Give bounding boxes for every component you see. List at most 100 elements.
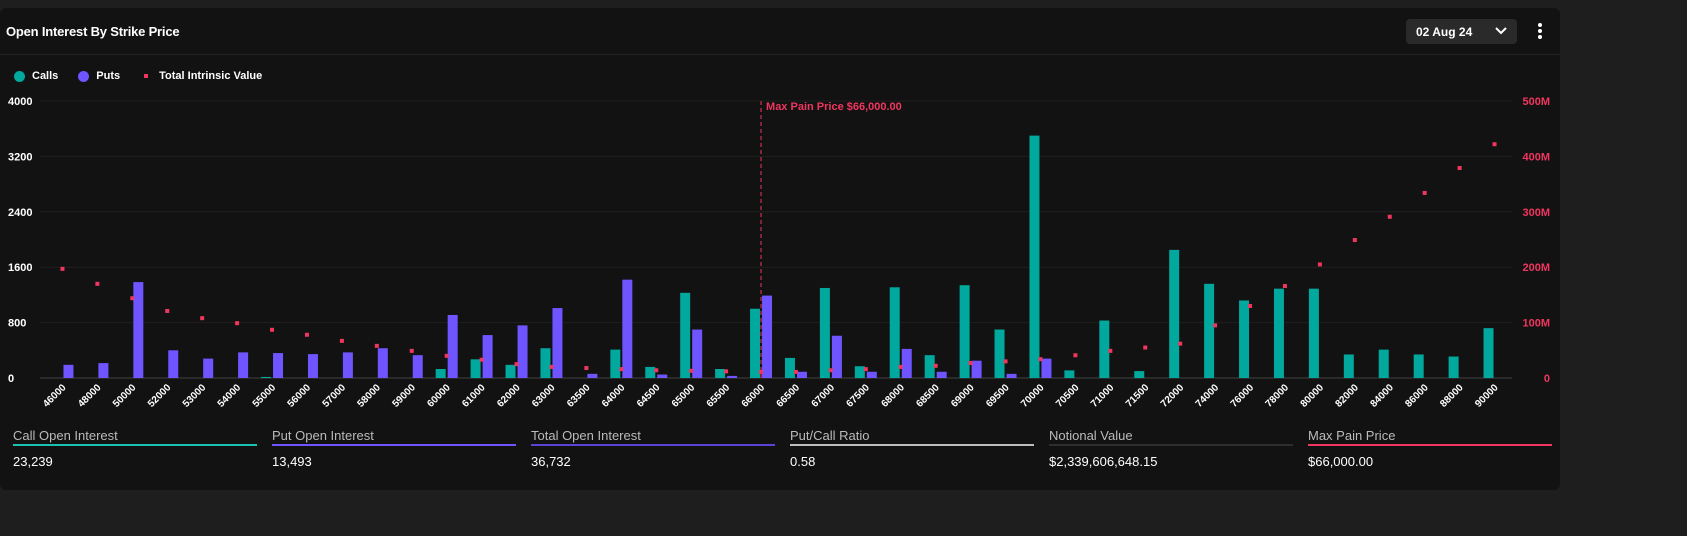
call-bar bbox=[1239, 300, 1250, 378]
intrinsic-point bbox=[270, 327, 275, 332]
x-tick-label: 69500 bbox=[984, 382, 1012, 410]
stat-max-pain-price: Max Pain Price $66,000.00 bbox=[1308, 428, 1552, 469]
y2-tick-label: 200M bbox=[1522, 262, 1550, 274]
stat-label: Total Open Interest bbox=[531, 428, 641, 443]
stat-value: 0.58 bbox=[790, 454, 816, 469]
put-bar bbox=[447, 314, 458, 378]
intrinsic-point bbox=[689, 368, 694, 373]
stat-put-call-ratio: Put/Call Ratio 0.58 bbox=[790, 428, 1034, 469]
intrinsic-point bbox=[1213, 323, 1218, 328]
y2-tick-label: 400M bbox=[1522, 151, 1550, 163]
call-bar bbox=[924, 355, 935, 378]
x-tick-label: 68500 bbox=[914, 382, 942, 410]
stat-total-open-interest: Total Open Interest 36,732 bbox=[531, 428, 775, 469]
call-bar bbox=[1099, 320, 1110, 378]
call-bar bbox=[1448, 356, 1459, 378]
stat-label: Notional Value bbox=[1049, 428, 1133, 443]
stat-label: Put/Call Ratio bbox=[790, 428, 870, 443]
intrinsic-point bbox=[1073, 353, 1078, 358]
intrinsic-point bbox=[304, 332, 309, 337]
put-bar bbox=[203, 358, 214, 378]
put-bar bbox=[273, 353, 284, 378]
summary-stats: Call Open Interest 23,239 Put Open Interes… bbox=[13, 428, 1552, 469]
x-tick-label: 90000 bbox=[1473, 382, 1501, 410]
intrinsic-point bbox=[374, 343, 379, 348]
put-bar bbox=[377, 348, 388, 378]
stat-value: 23,239 bbox=[13, 454, 53, 469]
stat-label: Max Pain Price bbox=[1308, 428, 1396, 443]
intrinsic-point bbox=[479, 357, 484, 362]
stat-underline bbox=[1308, 444, 1552, 446]
call-bar bbox=[1029, 135, 1040, 378]
x-tick-label: 76000 bbox=[1229, 382, 1257, 410]
intrinsic-point bbox=[584, 366, 589, 371]
call-bar bbox=[505, 364, 516, 378]
x-tick-label: 63000 bbox=[530, 382, 558, 410]
x-tick-label: 82000 bbox=[1333, 382, 1361, 410]
put-bar bbox=[936, 371, 947, 378]
put-bar bbox=[482, 335, 493, 378]
x-tick-label: 84000 bbox=[1368, 382, 1396, 410]
y2-tick-label: 0 bbox=[1544, 373, 1550, 385]
put-bar bbox=[971, 360, 982, 378]
put-bar bbox=[727, 375, 738, 378]
x-tick-label: 50000 bbox=[111, 382, 139, 410]
x-tick-label: 64500 bbox=[635, 382, 663, 410]
put-bar bbox=[866, 371, 877, 378]
put-bar bbox=[63, 364, 74, 378]
call-bar bbox=[680, 292, 691, 378]
intrinsic-point bbox=[549, 364, 554, 369]
call-bar bbox=[470, 359, 481, 378]
put-bar bbox=[762, 295, 773, 378]
x-tick-label: 66500 bbox=[775, 382, 803, 410]
stat-value: 13,493 bbox=[272, 454, 312, 469]
intrinsic-point bbox=[1248, 303, 1253, 308]
put-bar bbox=[307, 354, 318, 378]
call-bar bbox=[1134, 371, 1145, 378]
intrinsic-point bbox=[793, 369, 798, 374]
put-bar bbox=[98, 363, 109, 378]
put-bar bbox=[831, 335, 842, 378]
intrinsic-point bbox=[1108, 348, 1113, 353]
put-bar bbox=[168, 350, 179, 378]
intrinsic-point bbox=[514, 362, 519, 367]
call-bar bbox=[959, 285, 970, 378]
x-tick-label: 78000 bbox=[1264, 382, 1292, 410]
x-tick-label: 46000 bbox=[41, 382, 69, 410]
intrinsic-point bbox=[863, 367, 868, 372]
intrinsic-point bbox=[1457, 166, 1462, 171]
stat-label: Put Open Interest bbox=[272, 428, 374, 443]
intrinsic-point bbox=[165, 308, 170, 313]
intrinsic-point bbox=[444, 353, 449, 358]
stat-underline bbox=[13, 444, 257, 446]
open-interest-panel: Open Interest By Strike Price 02 Aug 24 … bbox=[0, 8, 1560, 490]
stat-underline bbox=[531, 444, 775, 446]
stat-notional-value: Notional Value $2,339,606,648.15 bbox=[1049, 428, 1293, 469]
y-tick-label: 2400 bbox=[8, 207, 32, 219]
x-tick-label: 56000 bbox=[286, 382, 314, 410]
put-bar bbox=[1041, 358, 1052, 378]
max-pain-label: Max Pain Price $66,000.00 bbox=[766, 101, 902, 113]
intrinsic-point bbox=[828, 368, 833, 373]
put-bar bbox=[552, 308, 563, 378]
call-bar bbox=[1378, 349, 1389, 378]
intrinsic-point bbox=[235, 321, 240, 326]
intrinsic-point bbox=[1143, 345, 1148, 350]
intrinsic-point bbox=[1492, 142, 1497, 147]
call-bar bbox=[889, 287, 900, 378]
intrinsic-point bbox=[1317, 262, 1322, 267]
intrinsic-point bbox=[968, 361, 973, 366]
x-tick-label: 70500 bbox=[1054, 382, 1082, 410]
call-bar bbox=[819, 287, 830, 378]
y-tick-label: 1600 bbox=[8, 262, 32, 274]
x-tick-label: 74000 bbox=[1194, 382, 1222, 410]
x-tick-label: 52000 bbox=[146, 382, 174, 410]
call-bar bbox=[1064, 370, 1075, 378]
stat-value: $66,000.00 bbox=[1308, 454, 1374, 469]
call-bar bbox=[1273, 288, 1284, 378]
x-tick-label: 65000 bbox=[670, 382, 698, 410]
stat-underline bbox=[790, 444, 1034, 446]
oi-chart: 0 0 800 100M 1600 200M 2400 300M 3200 400M 4000 500… bbox=[8, 96, 1550, 410]
intrinsic-point bbox=[898, 364, 903, 369]
x-tick-label: 48000 bbox=[76, 382, 104, 410]
